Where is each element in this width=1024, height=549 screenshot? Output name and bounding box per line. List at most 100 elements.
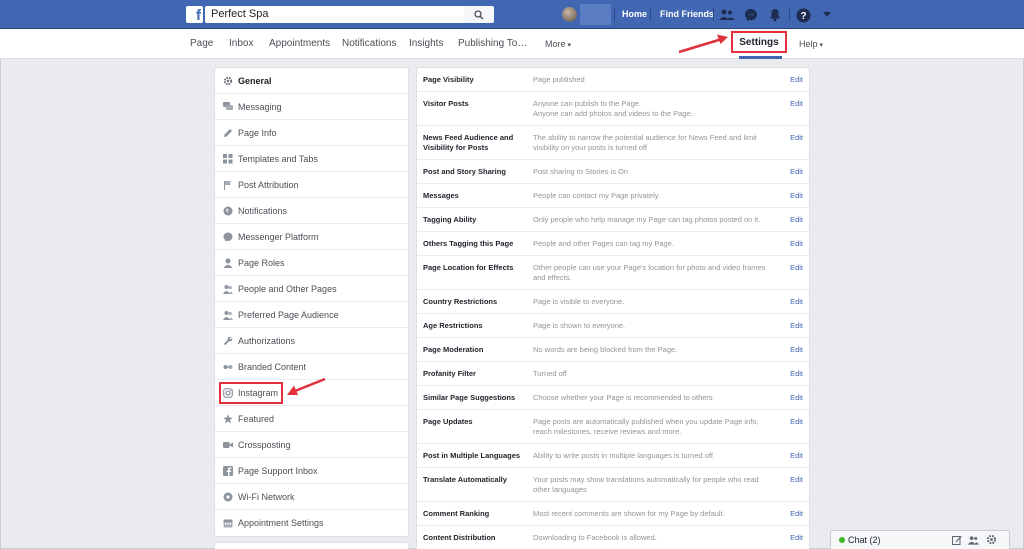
- sidebar-item-label: General: [238, 75, 272, 86]
- edit-link[interactable]: Edit: [790, 417, 803, 427]
- help-icon[interactable]: ?: [794, 6, 812, 24]
- tab-inbox[interactable]: Inbox: [229, 38, 253, 49]
- messenger-icon[interactable]: [742, 6, 760, 24]
- find-friends-link[interactable]: Find Friends: [660, 9, 714, 19]
- edit-link[interactable]: Edit: [790, 533, 803, 543]
- edit-link[interactable]: Edit: [790, 393, 803, 403]
- facebook-logo[interactable]: f: [186, 6, 203, 23]
- sidebar-item-preferred-page-audience[interactable]: Preferred Page Audience: [215, 302, 408, 328]
- edit-link[interactable]: Edit: [790, 215, 803, 225]
- setting-label: Content Distribution: [423, 533, 529, 543]
- tab-appointments[interactable]: Appointments: [269, 38, 330, 49]
- settings-row: News Feed Audience and Visibility for Pos…: [417, 126, 809, 160]
- online-indicator: [839, 537, 845, 543]
- edit-link[interactable]: Edit: [790, 133, 803, 143]
- setting-label-line: Age Restrictions: [423, 321, 483, 330]
- setting-description: Page posts are automatically published w…: [533, 417, 771, 437]
- edit-link[interactable]: Edit: [790, 239, 803, 249]
- tab-insights[interactable]: Insights: [409, 38, 443, 49]
- active-tab-indicator: [739, 56, 782, 59]
- edit-link[interactable]: Edit: [790, 297, 803, 307]
- dropdown-icon[interactable]: [818, 6, 836, 24]
- sidebar-item-featured[interactable]: Featured: [215, 406, 408, 432]
- sidebar-secondary-panel: [214, 542, 409, 549]
- edit-link[interactable]: Edit: [790, 509, 803, 519]
- setting-description-line: Page is visible to everyone.: [533, 297, 625, 306]
- tab-page[interactable]: Page: [190, 38, 213, 49]
- tab-publishing-tools[interactable]: Publishing To…: [458, 38, 527, 49]
- annotation-arrow-settings: [678, 34, 728, 54]
- tab-settings[interactable]: Settings: [731, 31, 787, 53]
- sidebar-item-general[interactable]: General: [215, 68, 408, 94]
- profile-name-redacted[interactable]: [580, 4, 611, 25]
- setting-description-line: and effects.: [533, 273, 572, 282]
- people-icon[interactable]: [968, 534, 979, 545]
- sidebar-item-wifi-network[interactable]: Wi-Fi Network: [215, 484, 408, 510]
- setting-description: Anyone can publish to the Page. Anyone ca…: [533, 99, 771, 119]
- sidebar-item-label: Appointment Settings: [238, 518, 324, 528]
- edit-link[interactable]: Edit: [790, 167, 803, 177]
- nav-divider: [789, 8, 790, 21]
- home-link[interactable]: Home: [622, 9, 647, 19]
- setting-description: Turned off: [533, 369, 771, 379]
- pencil-icon: [223, 128, 233, 138]
- tab-help[interactable]: Help: [799, 39, 823, 49]
- sidebar-item-page-support-inbox[interactable]: Page Support Inbox: [215, 458, 408, 484]
- search-button[interactable]: [464, 6, 494, 23]
- setting-description-line: reach milestones, receive reviews and mo…: [533, 427, 682, 436]
- chat-bar[interactable]: Chat (2): [830, 530, 1010, 549]
- settings-row: Page Visibility Page published Edit: [417, 68, 809, 92]
- setting-description-line: Your posts may show translations automat…: [533, 475, 759, 484]
- setting-label: News Feed Audience and Visibility for Pos…: [423, 133, 529, 153]
- people-icon: [223, 310, 233, 320]
- friends-icon[interactable]: [718, 6, 736, 24]
- people-icon: [223, 284, 233, 294]
- setting-label: Country Restrictions: [423, 297, 529, 307]
- sidebar-item-label: Crossposting: [238, 439, 291, 450]
- compose-icon[interactable]: [951, 534, 962, 545]
- sidebar-item-label: Featured: [238, 413, 275, 424]
- setting-description: Page is shown to everyone.: [533, 321, 771, 331]
- sidebar-item-page-roles[interactable]: Page Roles: [215, 250, 408, 276]
- sidebar-item-page-info[interactable]: Page Info: [215, 120, 408, 146]
- sidebar-item-appointment-settings[interactable]: Appointment Settings: [215, 510, 408, 536]
- sidebar-item-label: Page Roles: [238, 257, 285, 268]
- setting-label-line: News Feed Audience and: [423, 133, 514, 142]
- setting-description-line: The ability to narrow the potential audi…: [533, 133, 757, 142]
- sidebar-item-notifications[interactable]: Notifications: [215, 198, 408, 224]
- setting-label: Post and Story Sharing: [423, 167, 529, 177]
- tab-more[interactable]: More: [545, 39, 571, 49]
- sidebar-item-templates-and-tabs[interactable]: Templates and Tabs: [215, 146, 408, 172]
- setting-description: No words are being blocked from the Page…: [533, 345, 771, 355]
- sidebar-item-messenger-platform[interactable]: Messenger Platform: [215, 224, 408, 250]
- tab-notifications[interactable]: Notifications: [342, 38, 396, 49]
- sidebar-item-label: Notifications: [238, 205, 288, 216]
- settings-row: Comment Ranking Most recent comments are …: [417, 502, 809, 526]
- edit-link[interactable]: Edit: [790, 451, 803, 461]
- sidebar-item-post-attribution[interactable]: Post Attribution: [215, 172, 408, 198]
- sidebar-item-authorizations[interactable]: Authorizations: [215, 328, 408, 354]
- edit-link[interactable]: Edit: [790, 369, 803, 379]
- setting-description-line: Page published: [533, 75, 585, 84]
- edit-link[interactable]: Edit: [790, 263, 803, 273]
- setting-label: Page Visibility: [423, 75, 529, 85]
- sidebar-item-crossposting[interactable]: Crossposting: [215, 432, 408, 458]
- setting-label-line: Profanity Filter: [423, 369, 476, 378]
- edit-link[interactable]: Edit: [790, 191, 803, 201]
- edit-link[interactable]: Edit: [790, 75, 803, 85]
- setting-description-line: Choose whether your Page is recommended …: [533, 393, 713, 402]
- avatar[interactable]: [562, 7, 577, 22]
- video-icon: [223, 440, 233, 450]
- edit-link[interactable]: Edit: [790, 99, 803, 109]
- branded-icon: [223, 362, 233, 372]
- bell-icon[interactable]: [766, 6, 784, 24]
- edit-link[interactable]: Edit: [790, 345, 803, 355]
- search-input[interactable]: Perfect Spa: [205, 6, 464, 23]
- gear-icon[interactable]: [986, 534, 997, 545]
- nav-divider: [650, 8, 651, 21]
- edit-link[interactable]: Edit: [790, 321, 803, 331]
- sidebar-item-messaging[interactable]: Messaging: [215, 94, 408, 120]
- setting-label: Page Updates: [423, 417, 529, 427]
- edit-link[interactable]: Edit: [790, 475, 803, 485]
- sidebar-item-people-and-other-pages[interactable]: People and Other Pages: [215, 276, 408, 302]
